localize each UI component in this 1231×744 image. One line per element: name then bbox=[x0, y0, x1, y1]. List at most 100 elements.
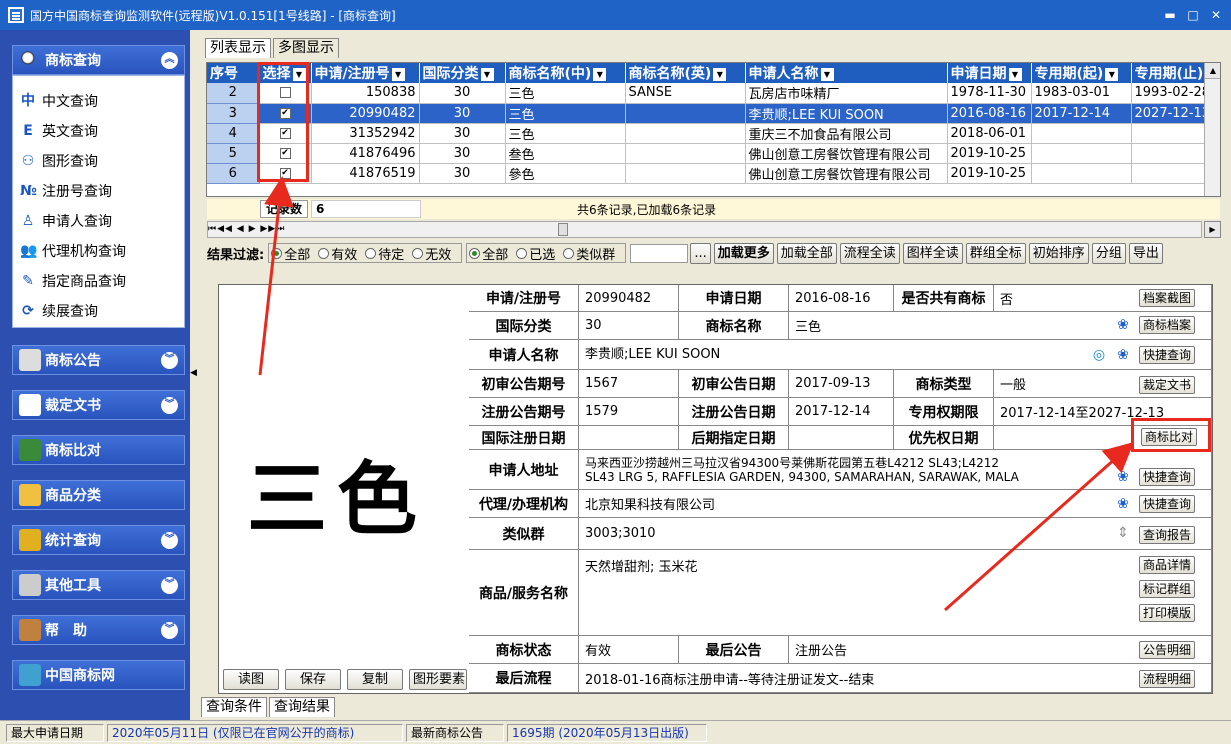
table-row[interactable]: 4 ✔ 31352942 30 三色 重庆三不加食品有限公司 2018-06-01 bbox=[207, 123, 1220, 144]
sidebar-item-goods[interactable]: ✎ 指定商品查询 bbox=[20, 270, 126, 292]
column-header[interactable]: 商标名称(英) ▼ bbox=[625, 63, 746, 83]
scroll-up-icon[interactable]: ▲ bbox=[1205, 63, 1220, 79]
paw-search-icon[interactable]: ❀ bbox=[1115, 469, 1131, 485]
filter-action-button[interactable]: 初始排序 bbox=[1028, 242, 1089, 264]
close-icon[interactable]: ✕ bbox=[1206, 6, 1226, 24]
radio-dot-icon[interactable] bbox=[365, 247, 377, 259]
table-row[interactable]: 6 ✔ 41876519 30 參色 佛山创意工房餐饮管理有限公司 2019-10-25 bbox=[207, 163, 1220, 184]
scroll-thumb[interactable] bbox=[558, 223, 568, 236]
image-action-button[interactable]: 保存 bbox=[285, 669, 341, 690]
tab-query-results[interactable]: 查询结果 bbox=[269, 697, 335, 717]
goods-detail-button[interactable]: 商品详情 bbox=[1139, 556, 1196, 574]
sidebar-item-shapes[interactable]: ⚇ 图形查询 bbox=[20, 150, 98, 172]
image-action-button[interactable]: 图形要素 bbox=[409, 669, 467, 690]
scroll-right-icon[interactable]: ▶ bbox=[1204, 221, 1221, 238]
dropdown-arrow-icon[interactable]: ▼ bbox=[713, 67, 727, 81]
tab-query-conditions[interactable]: 查询条件 bbox=[201, 697, 267, 717]
dropdown-arrow-icon[interactable]: ▼ bbox=[480, 67, 494, 81]
sidebar-item-people[interactable]: 👥 代理机构查询 bbox=[20, 240, 126, 262]
column-header[interactable]: 序号 bbox=[207, 63, 260, 83]
filter-action-button[interactable]: 导出 bbox=[1128, 242, 1163, 264]
minimize-icon[interactable]: ▬ bbox=[1160, 6, 1180, 24]
mark-group-button[interactable]: 标记群组 bbox=[1139, 580, 1196, 598]
sidebar-section-stats[interactable]: 统计查询 ︾ bbox=[12, 525, 185, 555]
status-filter-radio[interactable]: 无效 bbox=[412, 244, 451, 263]
quick-query-button-3[interactable]: 快捷查询 bbox=[1139, 495, 1196, 513]
dropdown-arrow-icon[interactable]: ▼ bbox=[593, 67, 607, 81]
chevron-up-icon[interactable]: ︽ bbox=[161, 52, 178, 69]
column-header[interactable]: 商标名称(中) ▼ bbox=[505, 63, 626, 83]
sidebar-item-zhong[interactable]: 中中文查询 bbox=[20, 90, 98, 112]
column-header[interactable]: 国际分类 ▼ bbox=[419, 63, 506, 83]
filter-action-button[interactable]: 流程全读 bbox=[839, 242, 900, 264]
radio-dot-icon[interactable] bbox=[271, 247, 283, 259]
filter-action-button[interactable]: 加载全部 bbox=[776, 242, 837, 264]
more-options-button[interactable]: ... bbox=[690, 242, 711, 264]
table-row[interactable]: 5 ✔ 41876496 30 叁色 佛山创意工房餐饮管理有限公司 2019-10-25 bbox=[207, 143, 1220, 164]
sidebar-section-compare[interactable]: 商标比对 bbox=[12, 435, 185, 465]
archive-screenshot-button[interactable]: 档案截图 bbox=[1139, 289, 1196, 307]
grid-vertical-scrollbar[interactable]: ▲ bbox=[1204, 63, 1220, 196]
quick-query-button-2[interactable]: 快捷查询 bbox=[1139, 468, 1196, 486]
restore-icon[interactable]: □ bbox=[1183, 6, 1203, 24]
sidebar-section-notice[interactable]: 商标公告 ︾ bbox=[12, 345, 185, 375]
radio-dot-icon[interactable] bbox=[563, 247, 575, 259]
collapse-arrow-icon[interactable]: ◀ bbox=[190, 368, 200, 380]
sidebar-section-help[interactable]: 帮 助 ︾ bbox=[12, 615, 185, 645]
column-header[interactable]: 申请日期 ▼ bbox=[947, 63, 1032, 83]
c-logo-icon[interactable]: ◎ bbox=[1091, 347, 1107, 363]
query-report-button[interactable]: 查询报告 bbox=[1139, 526, 1196, 544]
tab-list-view[interactable]: 列表显示 bbox=[205, 38, 271, 58]
sidebar-section-document[interactable]: 裁定文书 ︾ bbox=[12, 390, 185, 420]
select-filter-radio[interactable]: 全部 bbox=[469, 244, 508, 263]
sidebar-item-person[interactable]: ♙ 申请人查询 bbox=[20, 210, 112, 232]
paw-search-icon[interactable]: ❀ bbox=[1115, 347, 1131, 363]
status-filter-radio[interactable]: 全部 bbox=[271, 244, 310, 263]
image-action-button[interactable]: 读图 bbox=[223, 669, 279, 690]
sidebar-item-number[interactable]: № 注册号查询 bbox=[20, 180, 112, 202]
record-nav-icons[interactable]: ⏮◀◀ ◀ ▶ ▶▶⏭ bbox=[208, 222, 285, 237]
filter-action-button[interactable]: 图样全读 bbox=[902, 242, 963, 264]
status-filter-radio[interactable]: 有效 bbox=[318, 244, 357, 263]
chevron-down-icon[interactable]: ︾ bbox=[161, 577, 178, 594]
radio-dot-icon[interactable] bbox=[469, 247, 481, 259]
sidebar-section-globe[interactable]: 中国商标网 bbox=[12, 660, 185, 690]
sidebar-item-letter-e[interactable]: E 英文查询 bbox=[20, 120, 98, 142]
filter-action-button[interactable]: 群组全标 bbox=[965, 242, 1026, 264]
select-filter-radio[interactable]: 类似群 bbox=[563, 244, 615, 263]
radio-dot-icon[interactable] bbox=[412, 247, 424, 259]
ruling-document-button[interactable]: 裁定文书 bbox=[1139, 376, 1196, 394]
chevron-down-icon[interactable]: ︾ bbox=[161, 622, 178, 639]
dropdown-arrow-icon[interactable]: ▼ bbox=[391, 67, 405, 81]
select-filter-radio[interactable]: 已选 bbox=[516, 244, 555, 263]
trademark-archive-button[interactable]: 商标档案 bbox=[1139, 316, 1196, 334]
table-row[interactable]: 3 ✔ 20990482 30 三色 李贵顺;LEE KUI SOON 2016-08-16… bbox=[207, 103, 1220, 124]
dropdown-arrow-icon[interactable]: ▼ bbox=[1008, 67, 1022, 81]
print-template-button[interactable]: 打印模版 bbox=[1139, 604, 1196, 622]
sidebar-section-tools[interactable]: 其他工具 ︾ bbox=[12, 570, 185, 600]
spinner-icon[interactable]: ⇕ bbox=[1115, 525, 1131, 541]
quick-query-button[interactable]: 快捷查询 bbox=[1139, 346, 1196, 364]
radio-dot-icon[interactable] bbox=[318, 247, 330, 259]
filter-action-button[interactable]: 加载更多 bbox=[713, 242, 774, 264]
dropdown-arrow-icon[interactable]: ▼ bbox=[1105, 67, 1119, 81]
column-header[interactable]: 申请/注册号 ▼ bbox=[311, 63, 420, 83]
radio-dot-icon[interactable] bbox=[516, 247, 528, 259]
chevron-down-icon[interactable]: ︾ bbox=[161, 532, 178, 549]
filter-input[interactable] bbox=[630, 243, 689, 263]
dropdown-arrow-icon[interactable]: ▼ bbox=[820, 67, 834, 81]
table-row[interactable]: 2 150838 30 三色 SANSE 瓦房店市味精厂 1978-11-30 1983-03… bbox=[207, 83, 1220, 104]
sidebar-item-renew[interactable]: ⟳ 续展查询 bbox=[20, 300, 98, 322]
paw-search-icon[interactable]: ❀ bbox=[1115, 317, 1131, 333]
chevron-down-icon[interactable]: ︾ bbox=[161, 397, 178, 414]
chevron-down-icon[interactable]: ︾ bbox=[161, 352, 178, 369]
column-header[interactable]: 专用期(起) ▼ bbox=[1031, 63, 1132, 83]
column-header[interactable]: 申请人名称 ▼ bbox=[745, 63, 948, 83]
tab-multi-image-view[interactable]: 多图显示 bbox=[273, 38, 339, 58]
grid-horizontal-scrollbar[interactable]: ⏮◀◀ ◀ ▶ ▶▶⏭ ▶ bbox=[207, 221, 1221, 238]
notice-detail-button[interactable]: 公告明细 bbox=[1139, 641, 1196, 659]
sidebar-section-category[interactable]: 商品分类 bbox=[12, 480, 185, 510]
status-filter-radio[interactable]: 待定 bbox=[365, 244, 404, 263]
paw-search-icon[interactable]: ❀ bbox=[1115, 496, 1131, 512]
flow-detail-button[interactable]: 流程明细 bbox=[1139, 670, 1196, 688]
